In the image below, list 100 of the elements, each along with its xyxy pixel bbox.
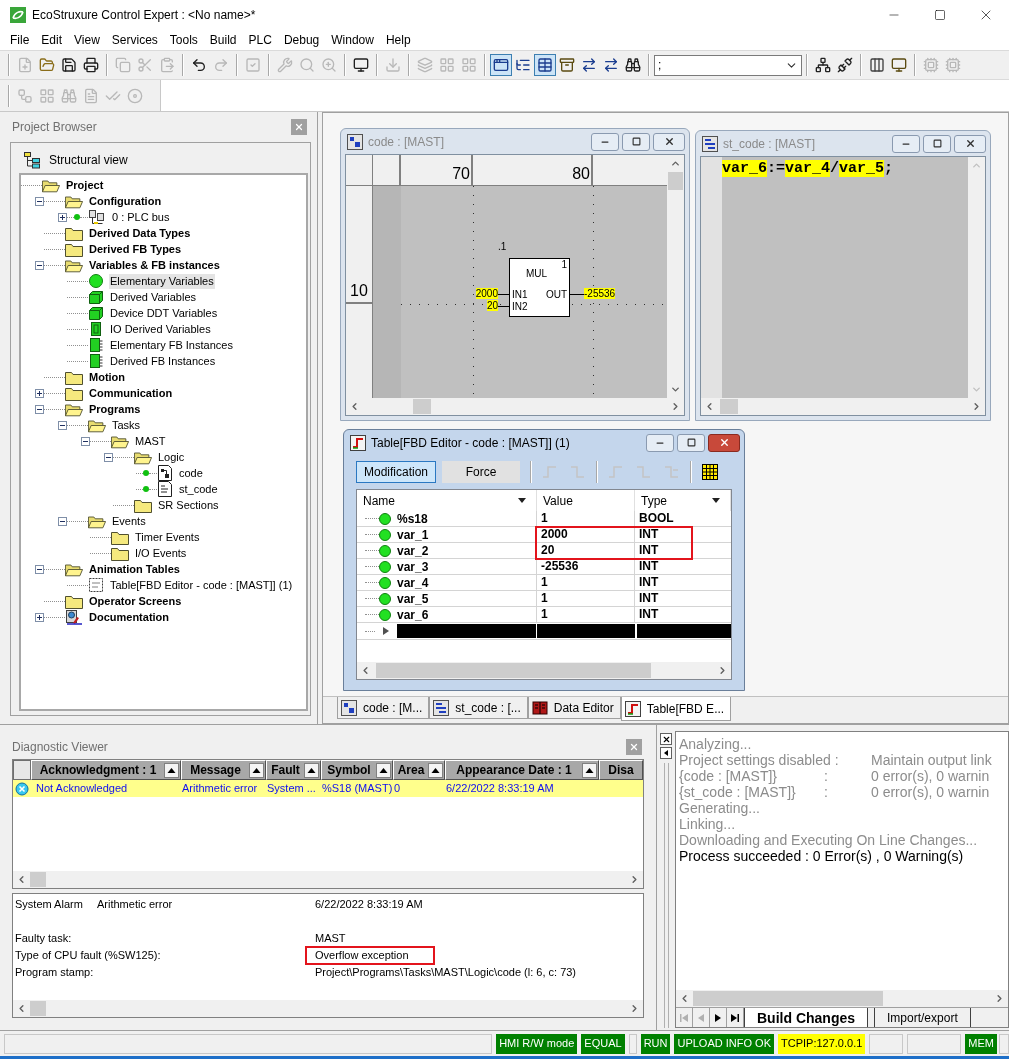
expand-icon[interactable] — [35, 612, 44, 622]
menu-item[interactable]: Window — [325, 30, 380, 50]
expand-icon[interactable] — [35, 388, 44, 398]
close-button[interactable] — [708, 433, 740, 452]
tree-item[interactable]: Variables & FB instances — [88, 257, 221, 273]
collapse-icon[interactable] — [35, 196, 44, 206]
tree-item[interactable]: Derived Variables — [109, 289, 197, 305]
output-tab[interactable]: Build Changes — [744, 1008, 868, 1027]
menu-item[interactable]: File — [4, 30, 36, 50]
window-button[interactable] — [490, 54, 512, 76]
grid-icon[interactable] — [702, 464, 718, 480]
combo-box[interactable]: ; — [654, 54, 802, 76]
table-button[interactable] — [534, 54, 556, 76]
value-cell[interactable]: 20 — [537, 543, 635, 558]
scroll-thumb[interactable] — [668, 172, 683, 190]
tree-item[interactable]: I/O Events — [134, 545, 188, 561]
menu-item[interactable]: Tools — [163, 30, 204, 50]
value-cell[interactable]: 1 — [537, 591, 635, 606]
tree-item[interactable]: Device DDT Variables — [109, 305, 219, 321]
tree-item[interactable]: Elementary FB Instances — [109, 337, 234, 353]
close-button[interactable] — [660, 733, 672, 745]
menu-item[interactable]: Edit — [35, 30, 69, 50]
collapse-icon[interactable] — [58, 516, 67, 526]
collapse-icon[interactable] — [35, 564, 44, 574]
tree-item[interactable]: Table[FBD Editor - code : [MAST]] (1) — [109, 577, 294, 593]
tree-item[interactable]: Tasks — [111, 417, 142, 433]
maximize-button[interactable] — [923, 134, 951, 153]
menu-item[interactable]: Build — [203, 30, 243, 50]
tree-item[interactable]: Communication — [88, 385, 174, 401]
tree-item[interactable]: Derived Data Types — [88, 225, 192, 241]
scroll-thumb[interactable] — [413, 399, 431, 414]
document-tab[interactable]: Data Editor — [527, 697, 621, 719]
tree-item[interactable]: Derived FB Types — [88, 241, 183, 257]
new-row-field[interactable] — [537, 624, 635, 638]
column-header[interactable]: Name — [357, 490, 537, 511]
tree-item[interactable]: Derived FB Instances — [109, 353, 217, 369]
column-header[interactable]: Fault — [266, 760, 321, 780]
column-header[interactable]: Disa — [599, 760, 643, 780]
column-header[interactable]: Type — [635, 490, 731, 511]
expand-icon[interactable] — [58, 212, 67, 222]
scroll-thumb[interactable] — [720, 399, 738, 414]
collapse-icon[interactable] — [35, 260, 44, 270]
column-header[interactable]: Appearance Date : 1 — [445, 760, 599, 780]
horizontal-scrollbar[interactable] — [346, 398, 684, 415]
mode-tab[interactable]: Force — [442, 461, 520, 483]
output-tab[interactable]: Import/export — [874, 1008, 971, 1027]
tree-item[interactable]: Documentation — [88, 609, 171, 625]
collapse-icon[interactable] — [58, 420, 67, 430]
header-corner[interactable] — [13, 760, 31, 780]
tree-item[interactable]: Project — [65, 177, 105, 193]
new-row-field[interactable] — [397, 624, 536, 638]
minimize-button[interactable] — [591, 132, 619, 151]
value-cell[interactable]: -25536 — [537, 559, 635, 574]
minimize-button[interactable] — [892, 134, 920, 153]
tree-item[interactable]: Elementary Variables — [109, 273, 215, 289]
column-header[interactable]: Message — [181, 760, 266, 780]
column-header[interactable]: Value — [537, 490, 635, 511]
value-cell[interactable]: 1 — [537, 607, 635, 622]
menu-item[interactable]: Services — [105, 30, 164, 50]
value-cell[interactable]: 2000 — [537, 527, 635, 542]
mode-tab[interactable]: Modification — [356, 461, 436, 483]
maximize-button[interactable] — [677, 433, 705, 452]
tree-item[interactable]: code — [178, 465, 204, 481]
scroll-thumb[interactable] — [693, 991, 883, 1006]
collapse-icon[interactable] — [104, 452, 113, 462]
tree-item[interactable]: SR Sections — [157, 497, 220, 513]
value-cell[interactable]: 1 — [537, 575, 635, 590]
horizontal-scrollbar[interactable] — [701, 398, 985, 415]
collapse-icon[interactable] — [81, 436, 90, 446]
tree-item[interactable]: Events — [111, 513, 147, 529]
document-tab[interactable]: code : [M... — [337, 697, 430, 719]
column-header[interactable]: Acknowledgment : 1 — [31, 760, 181, 780]
collapse-button[interactable] — [660, 747, 672, 759]
tree-item[interactable]: Timer Events — [134, 529, 201, 545]
tree-item[interactable]: Logic — [157, 449, 186, 465]
tree-item[interactable]: IO Derived Variables — [109, 321, 212, 337]
scroll-thumb[interactable] — [30, 1001, 46, 1016]
collapse-icon[interactable] — [35, 404, 44, 414]
column-header[interactable]: Area — [393, 760, 445, 780]
tree-item[interactable]: st_code — [178, 481, 219, 497]
alarm-row[interactable]: Not Acknowledged Arithmetic error System ... %S18 (MAST)0 6/22/2022 8:33:19 AM — [13, 780, 643, 797]
tree-item[interactable]: Animation Tables — [88, 561, 181, 577]
document-tab[interactable]: st_code : [... — [429, 697, 528, 719]
function-block[interactable]: 1 MUL IN1 IN2 OUT — [509, 258, 570, 317]
menu-item[interactable]: View — [68, 30, 106, 50]
tree-item[interactable]: Programs — [88, 401, 142, 417]
scroll-thumb[interactable] — [376, 663, 651, 678]
horizontal-scrollbar[interactable] — [13, 871, 643, 888]
tree-item[interactable]: MAST — [134, 433, 167, 449]
menu-item[interactable]: Help — [379, 30, 417, 50]
tree-item[interactable]: Operator Screens — [88, 593, 183, 609]
maximize-button[interactable] — [622, 132, 650, 151]
menu-item[interactable]: Debug — [277, 30, 326, 50]
vertical-scrollbar[interactable] — [667, 155, 684, 398]
document-tab[interactable]: Table[FBD E... — [620, 697, 732, 721]
tree-item[interactable]: Configuration — [88, 193, 163, 209]
column-header[interactable]: Symbol — [321, 760, 393, 780]
value-cell[interactable]: 1 — [537, 511, 635, 526]
tree-item[interactable]: Motion — [88, 369, 127, 385]
horizontal-scrollbar[interactable] — [13, 1000, 643, 1017]
